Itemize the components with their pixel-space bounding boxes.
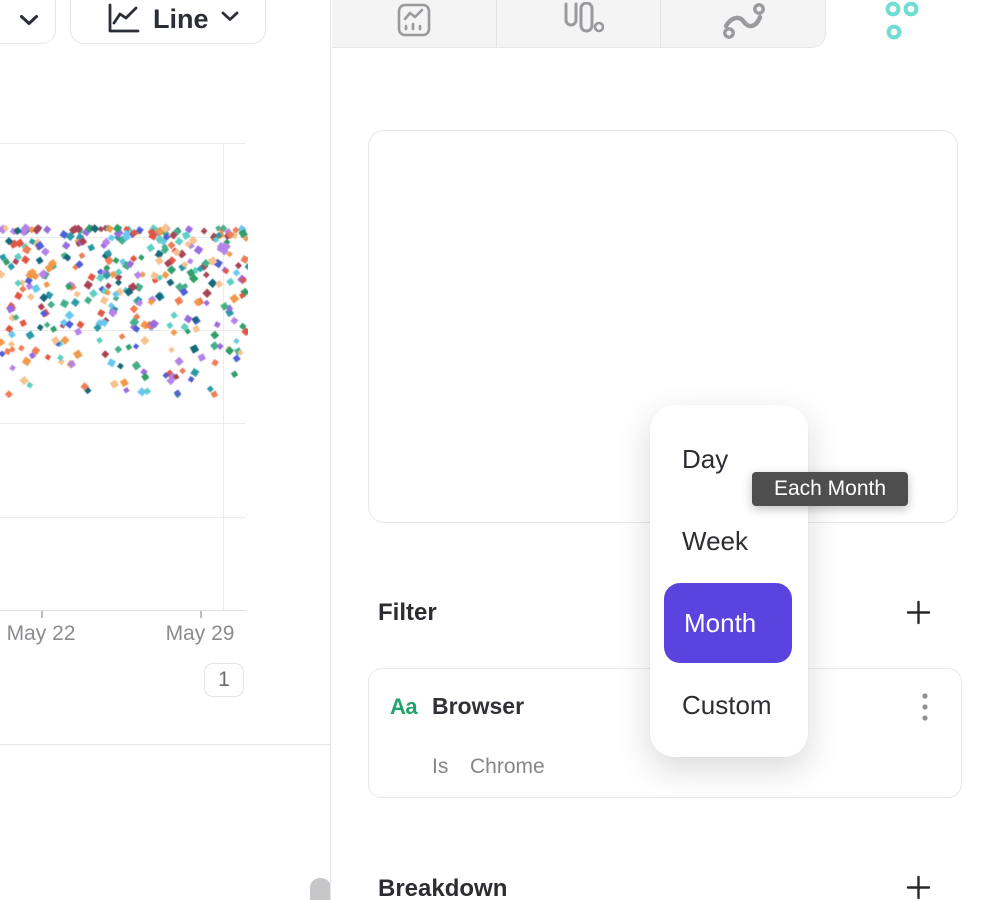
combo-chart-icon [392, 2, 436, 46]
chevron-down-icon [221, 9, 239, 27]
retention-dots-icon [879, 0, 929, 44]
tab-retention-selected[interactable] [826, 0, 982, 48]
tab-bar-chart[interactable] [496, 0, 661, 47]
tab-combo-chart[interactable] [332, 0, 496, 47]
x-tick-label: May 29 [166, 622, 235, 646]
tab-flow-chart[interactable] [660, 0, 825, 47]
chart-type-button[interactable]: Line [70, 0, 266, 44]
chevron-down-icon [19, 13, 39, 31]
filter-value[interactable]: Chrome [470, 755, 545, 779]
line-chart-icon [105, 0, 141, 37]
filter-menu-button[interactable] [919, 690, 931, 728]
breakdown-section-title: Breakdown [378, 875, 507, 900]
bar-chart-icon [554, 2, 604, 46]
menu-item-month[interactable]: Month [664, 583, 792, 663]
collapsed-dropdown-button[interactable] [0, 0, 56, 44]
period-menu: Day Week Month Custom [650, 405, 808, 757]
plus-icon [905, 613, 932, 630]
divider [0, 744, 330, 745]
scatter-canvas [0, 143, 248, 613]
add-filter-button[interactable] [905, 599, 932, 626]
property-type-icon: Aa [390, 694, 417, 720]
panel-divider [330, 0, 331, 900]
plus-icon [905, 888, 932, 900]
filter-operator[interactable]: Is [432, 755, 448, 779]
menu-item-week[interactable]: Week [650, 501, 808, 581]
chart-pane: May 22 May 29 1 [0, 0, 330, 900]
filter-property-name[interactable]: Browser [432, 693, 524, 720]
chart-type-label: Line [153, 1, 209, 37]
flow-chart-icon [719, 2, 767, 46]
pagination-page-button[interactable]: 1 [204, 663, 244, 697]
filter-section-title: Filter [378, 599, 437, 627]
scrollbar-thumb[interactable] [310, 878, 331, 900]
kebab-menu-icon [919, 715, 931, 732]
x-tick-label: May 22 [7, 622, 76, 646]
period-tooltip: Each Month [752, 472, 908, 506]
chart-view-tabbar [332, 0, 826, 48]
add-breakdown-button[interactable] [905, 874, 932, 900]
menu-item-custom[interactable]: Custom [650, 665, 808, 745]
